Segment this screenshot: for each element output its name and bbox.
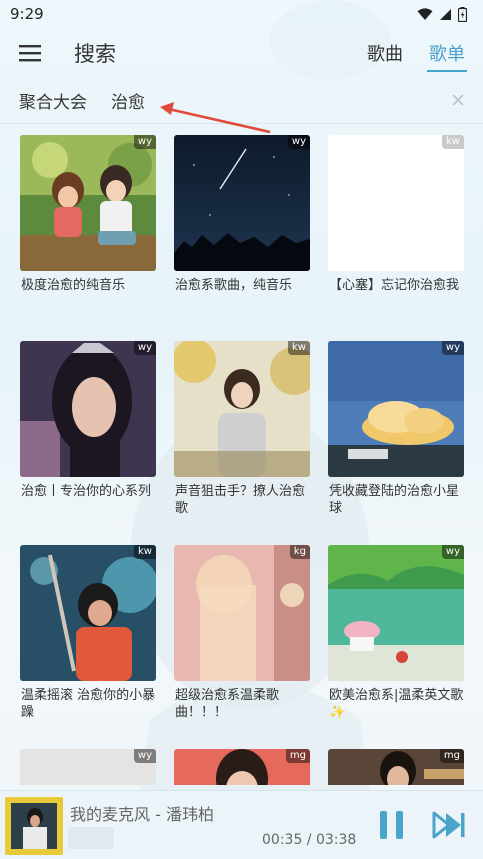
signal-icon xyxy=(440,8,451,20)
source-badge: kg xyxy=(289,545,310,559)
status-time: 9:29 xyxy=(10,5,44,23)
playlist-cover: wy xyxy=(328,341,464,477)
playlist-cover: wy xyxy=(20,749,156,785)
player-cover[interactable] xyxy=(5,797,63,855)
source-badge: mg xyxy=(439,749,464,763)
player-track-title: 我的麦克风 - 潘玮柏 xyxy=(70,805,214,824)
playlist-title: 治愈系歌曲，纯音乐 xyxy=(175,278,293,293)
playlist-card[interactable]: kw 温柔摇滚 治愈你的小暴躁 xyxy=(20,545,156,721)
playlist-grid: wy 极度治愈的纯音乐 wy 治愈系歌曲，纯音乐 kw 【心塞】忘记你治愈我 w… xyxy=(0,135,483,785)
playlist-card[interactable]: wy 治愈丨专治你的心系列 xyxy=(20,341,156,500)
pause-icon[interactable] xyxy=(377,809,407,841)
playlist-title: 极度治愈的纯音乐 xyxy=(21,278,126,293)
source-badge: kw xyxy=(442,135,464,149)
playlist-title: 【心塞】忘记你治愈我 xyxy=(329,278,460,293)
battery-icon xyxy=(458,6,467,22)
playlist-cover: wy xyxy=(20,341,156,477)
source-badge: kw xyxy=(134,545,156,559)
tab-songs[interactable]: 歌曲 xyxy=(365,36,405,72)
playlist-card[interactable]: mg xyxy=(174,749,310,785)
next-track-icon[interactable] xyxy=(431,809,467,841)
status-bar: 9:29 xyxy=(0,0,483,28)
source-badge: wy xyxy=(133,749,156,763)
playlist-card[interactable]: wy 欧美治愈系|温柔英文歌✨ xyxy=(328,545,464,721)
source-badge: mg xyxy=(285,749,310,763)
playlist-card[interactable]: wy 治愈系歌曲，纯音乐 xyxy=(174,135,310,294)
search-input[interactable]: 治愈 xyxy=(111,88,145,113)
playlist-card[interactable]: kw 声音狙击手？撩人治愈歌 xyxy=(174,341,310,517)
playlist-card[interactable]: kg 超级治愈系温柔歌曲！！！ xyxy=(174,545,310,721)
source-badge: wy xyxy=(133,135,156,149)
status-icons xyxy=(417,6,467,22)
page-title: 搜索 xyxy=(74,42,116,66)
type-tabs: 歌曲 歌单 xyxy=(365,36,467,72)
playlist-cover: kg xyxy=(174,545,310,681)
playlist-cover: wy xyxy=(174,135,310,271)
playlist-cover: mg xyxy=(328,749,464,785)
playlist-cover: kw xyxy=(328,135,464,271)
source-badge: kw xyxy=(288,341,310,355)
playlist-card[interactable]: wy xyxy=(20,749,156,785)
source-selector[interactable]: 聚合大会 xyxy=(19,88,87,113)
playlist-card[interactable]: wy 极度治愈的纯音乐 xyxy=(20,135,156,294)
playlist-title: 治愈丨专治你的心系列 xyxy=(21,484,152,499)
annotation-arrow xyxy=(160,102,271,134)
source-badge: wy xyxy=(441,341,464,355)
playlist-cover: wy xyxy=(20,135,156,271)
mini-player[interactable]: 我的麦克风 - 潘玮柏 00:35 / 03:38 xyxy=(0,790,483,859)
menu-icon xyxy=(19,45,41,62)
menu-button[interactable] xyxy=(0,28,60,78)
playlist-card[interactable]: wy 凭收藏登陆的治愈小星球 xyxy=(328,341,464,517)
top-bar: 搜索 歌曲 歌单 xyxy=(0,28,483,78)
playlist-cover: mg xyxy=(174,749,310,785)
source-badge: wy xyxy=(287,135,310,149)
playlist-card[interactable]: mg xyxy=(328,749,464,785)
playlist-title: 欧美治愈系|温柔英文歌✨ xyxy=(329,688,464,720)
source-badge: wy xyxy=(441,545,464,559)
playlist-cover: kw xyxy=(174,341,310,477)
player-lyric-placeholder xyxy=(68,827,114,849)
playlist-cover: wy xyxy=(328,545,464,681)
playlist-cover: kw xyxy=(20,545,156,681)
playlist-title: 凭收藏登陆的治愈小星球 xyxy=(329,484,460,516)
close-icon[interactable] xyxy=(449,91,467,109)
playlist-card[interactable]: kw 【心塞】忘记你治愈我 xyxy=(328,135,464,294)
tab-playlists[interactable]: 歌单 xyxy=(427,36,467,72)
player-time: 00:35 / 03:38 xyxy=(262,832,357,848)
source-badge: wy xyxy=(133,341,156,355)
playlist-title: 温柔摇滚 治愈你的小暴躁 xyxy=(21,688,156,720)
playlist-title: 声音狙击手？撩人治愈歌 xyxy=(175,484,306,516)
wifi-icon xyxy=(417,7,433,20)
playlist-title: 超级治愈系温柔歌曲！！！ xyxy=(175,688,280,720)
